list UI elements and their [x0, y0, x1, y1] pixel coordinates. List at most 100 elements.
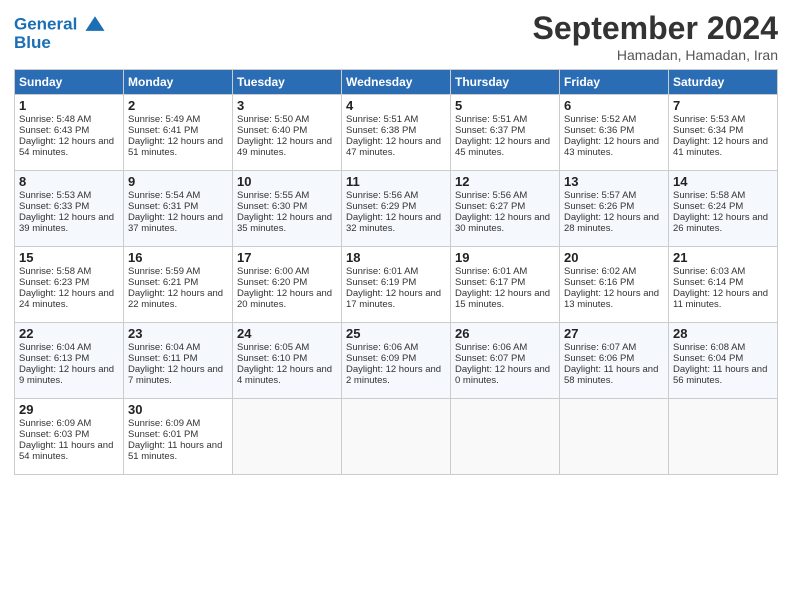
- day-number: 29: [19, 402, 119, 417]
- sunset-label: Sunset: 6:21 PM: [128, 277, 198, 288]
- table-row: 14 Sunrise: 5:58 AM Sunset: 6:24 PM Dayl…: [669, 171, 778, 247]
- sunset-label: Sunset: 6:10 PM: [237, 353, 307, 364]
- table-row: 15 Sunrise: 5:58 AM Sunset: 6:23 PM Dayl…: [15, 247, 124, 323]
- day-number: 14: [673, 174, 773, 189]
- sunset-label: Sunset: 6:30 PM: [237, 201, 307, 212]
- daylight-label: Daylight: 12 hours and 13 minutes.: [564, 288, 659, 310]
- table-row: 28 Sunrise: 6:08 AM Sunset: 6:04 PM Dayl…: [669, 323, 778, 399]
- day-number: 5: [455, 98, 555, 113]
- day-number: 15: [19, 250, 119, 265]
- table-row: 23 Sunrise: 6:04 AM Sunset: 6:11 PM Dayl…: [124, 323, 233, 399]
- sunrise-label: Sunrise: 6:03 AM: [673, 266, 745, 277]
- sunset-label: Sunset: 6:33 PM: [19, 201, 89, 212]
- sunrise-label: Sunrise: 6:04 AM: [19, 342, 91, 353]
- table-row: 20 Sunrise: 6:02 AM Sunset: 6:16 PM Dayl…: [560, 247, 669, 323]
- sunrise-label: Sunrise: 6:00 AM: [237, 266, 309, 277]
- daylight-label: Daylight: 12 hours and 49 minutes.: [237, 136, 332, 158]
- table-row: 21 Sunrise: 6:03 AM Sunset: 6:14 PM Dayl…: [669, 247, 778, 323]
- table-row: 6 Sunrise: 5:52 AM Sunset: 6:36 PM Dayli…: [560, 95, 669, 171]
- table-row: 19 Sunrise: 6:01 AM Sunset: 6:17 PM Dayl…: [451, 247, 560, 323]
- daylight-label: Daylight: 12 hours and 26 minutes.: [673, 212, 768, 234]
- daylight-label: Daylight: 12 hours and 41 minutes.: [673, 136, 768, 158]
- calendar-table: Sunday Monday Tuesday Wednesday Thursday…: [14, 69, 778, 475]
- title-block: September 2024 Hamadan, Hamadan, Iran: [533, 10, 778, 63]
- sunset-label: Sunset: 6:23 PM: [19, 277, 89, 288]
- header-saturday: Saturday: [669, 70, 778, 95]
- header-wednesday: Wednesday: [342, 70, 451, 95]
- sunrise-label: Sunrise: 6:08 AM: [673, 342, 745, 353]
- daylight-label: Daylight: 11 hours and 58 minutes.: [564, 364, 658, 386]
- daylight-label: Daylight: 11 hours and 56 minutes.: [673, 364, 767, 386]
- table-row: 17 Sunrise: 6:00 AM Sunset: 6:20 PM Dayl…: [233, 247, 342, 323]
- sunrise-label: Sunrise: 6:06 AM: [346, 342, 418, 353]
- sunrise-label: Sunrise: 5:56 AM: [455, 190, 527, 201]
- sunset-label: Sunset: 6:41 PM: [128, 125, 198, 136]
- table-row: 22 Sunrise: 6:04 AM Sunset: 6:13 PM Dayl…: [15, 323, 124, 399]
- sunrise-label: Sunrise: 5:56 AM: [346, 190, 418, 201]
- day-number: 18: [346, 250, 446, 265]
- daylight-label: Daylight: 12 hours and 28 minutes.: [564, 212, 659, 234]
- daylight-label: Daylight: 12 hours and 22 minutes.: [128, 288, 223, 310]
- daylight-label: Daylight: 12 hours and 11 minutes.: [673, 288, 768, 310]
- daylight-label: Daylight: 12 hours and 7 minutes.: [128, 364, 223, 386]
- daylight-label: Daylight: 12 hours and 32 minutes.: [346, 212, 441, 234]
- sunset-label: Sunset: 6:07 PM: [455, 353, 525, 364]
- sunset-label: Sunset: 6:06 PM: [564, 353, 634, 364]
- sunset-label: Sunset: 6:04 PM: [673, 353, 743, 364]
- sunset-label: Sunset: 6:13 PM: [19, 353, 89, 364]
- table-row: 18 Sunrise: 6:01 AM Sunset: 6:19 PM Dayl…: [342, 247, 451, 323]
- daylight-label: Daylight: 12 hours and 0 minutes.: [455, 364, 550, 386]
- daylight-label: Daylight: 12 hours and 20 minutes.: [237, 288, 332, 310]
- sunrise-label: Sunrise: 6:01 AM: [346, 266, 418, 277]
- sunset-label: Sunset: 6:16 PM: [564, 277, 634, 288]
- daylight-label: Daylight: 12 hours and 51 minutes.: [128, 136, 223, 158]
- sunrise-label: Sunrise: 5:51 AM: [455, 114, 527, 125]
- daylight-label: Daylight: 12 hours and 2 minutes.: [346, 364, 441, 386]
- day-number: 1: [19, 98, 119, 113]
- daylight-label: Daylight: 12 hours and 37 minutes.: [128, 212, 223, 234]
- day-number: 7: [673, 98, 773, 113]
- sunset-label: Sunset: 6:29 PM: [346, 201, 416, 212]
- sunrise-label: Sunrise: 6:01 AM: [455, 266, 527, 277]
- sunset-label: Sunset: 6:40 PM: [237, 125, 307, 136]
- sunrise-label: Sunrise: 6:06 AM: [455, 342, 527, 353]
- sunset-label: Sunset: 6:31 PM: [128, 201, 198, 212]
- sunset-label: Sunset: 6:09 PM: [346, 353, 416, 364]
- table-row: [560, 399, 669, 475]
- sunrise-label: Sunrise: 5:58 AM: [19, 266, 91, 277]
- sunset-label: Sunset: 6:37 PM: [455, 125, 525, 136]
- table-row: 27 Sunrise: 6:07 AM Sunset: 6:06 PM Dayl…: [560, 323, 669, 399]
- table-row: 16 Sunrise: 5:59 AM Sunset: 6:21 PM Dayl…: [124, 247, 233, 323]
- day-number: 10: [237, 174, 337, 189]
- table-row: 1 Sunrise: 5:48 AM Sunset: 6:43 PM Dayli…: [15, 95, 124, 171]
- table-row: [669, 399, 778, 475]
- subtitle: Hamadan, Hamadan, Iran: [533, 47, 778, 63]
- sunrise-label: Sunrise: 5:50 AM: [237, 114, 309, 125]
- sunset-label: Sunset: 6:01 PM: [128, 429, 198, 440]
- sunrise-label: Sunrise: 5:53 AM: [673, 114, 745, 125]
- table-row: 12 Sunrise: 5:56 AM Sunset: 6:27 PM Dayl…: [451, 171, 560, 247]
- sunrise-label: Sunrise: 5:59 AM: [128, 266, 200, 277]
- sunset-label: Sunset: 6:17 PM: [455, 277, 525, 288]
- table-row: [451, 399, 560, 475]
- sunset-label: Sunset: 6:34 PM: [673, 125, 743, 136]
- sunrise-label: Sunrise: 5:58 AM: [673, 190, 745, 201]
- daylight-label: Daylight: 12 hours and 35 minutes.: [237, 212, 332, 234]
- table-row: [342, 399, 451, 475]
- table-row: 29 Sunrise: 6:09 AM Sunset: 6:03 PM Dayl…: [15, 399, 124, 475]
- sunset-label: Sunset: 6:36 PM: [564, 125, 634, 136]
- header-thursday: Thursday: [451, 70, 560, 95]
- day-number: 13: [564, 174, 664, 189]
- daylight-label: Daylight: 12 hours and 4 minutes.: [237, 364, 332, 386]
- table-row: 25 Sunrise: 6:06 AM Sunset: 6:09 PM Dayl…: [342, 323, 451, 399]
- daylight-label: Daylight: 12 hours and 43 minutes.: [564, 136, 659, 158]
- month-title: September 2024: [533, 10, 778, 47]
- day-number: 30: [128, 402, 228, 417]
- day-number: 9: [128, 174, 228, 189]
- daylight-label: Daylight: 12 hours and 54 minutes.: [19, 136, 114, 158]
- header-monday: Monday: [124, 70, 233, 95]
- day-number: 28: [673, 326, 773, 341]
- table-row: 8 Sunrise: 5:53 AM Sunset: 6:33 PM Dayli…: [15, 171, 124, 247]
- sunset-label: Sunset: 6:11 PM: [128, 353, 198, 364]
- table-row: 26 Sunrise: 6:06 AM Sunset: 6:07 PM Dayl…: [451, 323, 560, 399]
